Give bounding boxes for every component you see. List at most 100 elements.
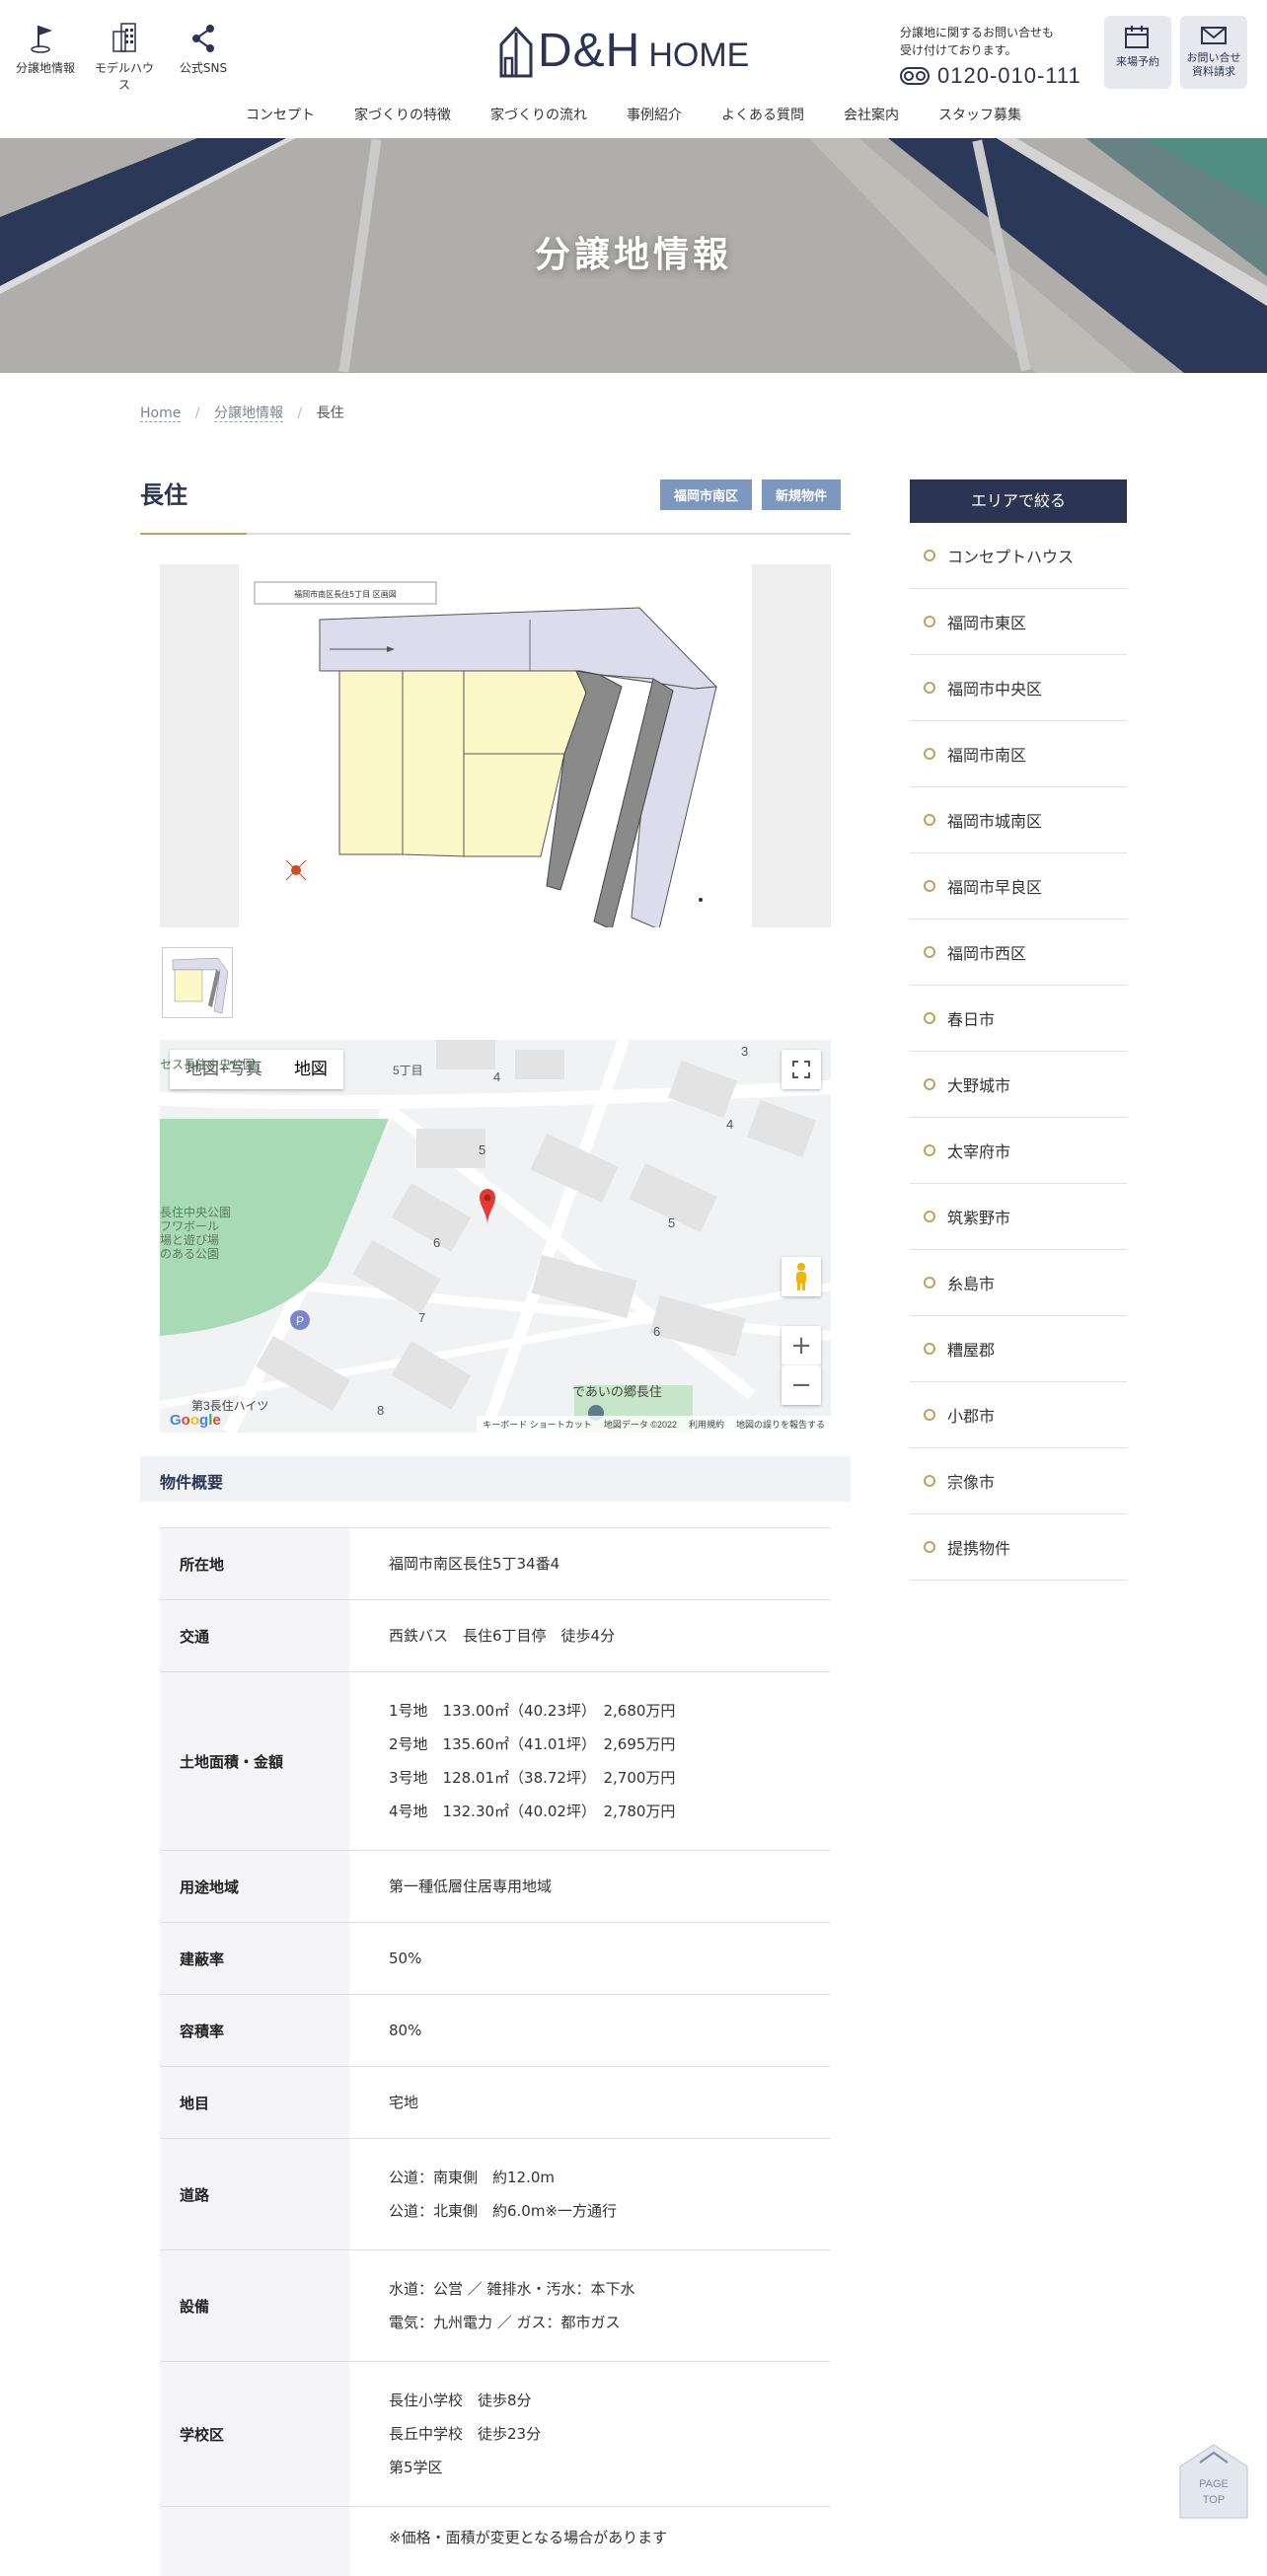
spec-line: 第一種低層住居専用地域 (389, 1870, 831, 1903)
bullet-icon (924, 616, 935, 627)
zoom-in-button[interactable]: + (782, 1326, 821, 1365)
header-link-sns[interactable]: 公式SNS (174, 22, 233, 93)
building-icon (108, 22, 141, 55)
plan-thumbnail[interactable] (162, 947, 233, 1018)
map-type-map[interactable]: 地図 (278, 1050, 343, 1089)
spec-value: 80% (349, 1995, 831, 2067)
nav-item-recruit[interactable]: スタッフ募集 (919, 105, 1041, 124)
sidebar-item-ogori[interactable]: 小郡市 (910, 1382, 1127, 1448)
sidebar-item-jonan[interactable]: 福岡市城南区 (910, 787, 1127, 853)
sidebar-item-label: 糸島市 (947, 1271, 995, 1294)
sidebar-item-label: 太宰府市 (947, 1139, 1010, 1162)
sidebar-item-label: 提携物件 (947, 1535, 1010, 1559)
table-row: 容積率 80% (160, 1995, 831, 2067)
spec-value: 公道：南東側 約12.0m 公道：北東側 約6.0m※一方通行 (349, 2139, 831, 2250)
page-top-button[interactable]: PAGE TOP (1178, 2441, 1249, 2520)
breadcrumb: Home / 分譲地情報 / 長住 (140, 403, 344, 422)
nav-item-works[interactable]: 事例紹介 (607, 105, 702, 124)
nav-item-company[interactable]: 会社案内 (824, 105, 919, 124)
tag-new[interactable]: 新規物件 (762, 479, 841, 510)
nav-item-faq[interactable]: よくある質問 (702, 105, 824, 124)
spec-line: 50% (389, 1942, 831, 1975)
map-label-park-line: フワボール (160, 1219, 219, 1233)
spec-line: 3号地 128.01㎡（38.72坪） 2,700万円 (389, 1761, 831, 1795)
breadcrumb-separator: / (195, 405, 200, 421)
nav-item-features[interactable]: 家づくりの特徴 (335, 105, 471, 124)
spec-line: 4号地 132.30㎡（40.02坪） 2,780万円 (389, 1795, 831, 1828)
street-view-button[interactable] (782, 1257, 821, 1296)
table-row: 学校区 長住小学校 徒歩8分 長丘中学校 徒歩23分 第5学区 (160, 2362, 831, 2507)
map-label-deaino: であいの郷長住 (572, 1385, 662, 1399)
spec-value: 1号地 133.00㎡（40.23坪） 2,680万円 2号地 135.60㎡（… (349, 1672, 831, 1851)
header-icon-links: 分譲地情報 モデルハウス 公式SNS (16, 22, 233, 93)
spec-line: 2号地 135.60㎡（41.01坪） 2,695万円 (389, 1728, 831, 1761)
tel-number[interactable]: 0120-010-111 (900, 63, 1081, 89)
map-block-number: 5 (479, 1142, 485, 1157)
request-label-2: 資料請求 (1192, 65, 1235, 78)
plan-thumbnail-image (163, 948, 232, 1017)
sidebar-item-munakata[interactable]: 宗像市 (910, 1448, 1127, 1514)
spec-label: 建蔽率 (160, 1923, 349, 1995)
sidebar-item-nishi[interactable]: 福岡市西区 (910, 920, 1127, 986)
header-link-lots[interactable]: 分譲地情報 (16, 22, 75, 93)
site-logo[interactable]: D&H HOME (498, 24, 749, 78)
sidebar-item-higashi[interactable]: 福岡市東区 (910, 589, 1127, 655)
site-header: 分譲地情報 モデルハウス 公式SNS D&H HOM (0, 0, 1267, 139)
sidebar-item-partner[interactable]: 提携物件 (910, 1514, 1127, 1581)
map-block-number: 4 (493, 1069, 500, 1084)
pegman-icon (793, 1262, 809, 1291)
property-title-row: 長住 福岡市南区 新規物件 (140, 466, 851, 535)
spec-label: 容積率 (160, 1995, 349, 2067)
map-label-park: セス長住中央公園 (160, 1058, 255, 1071)
fullscreen-button[interactable] (782, 1050, 821, 1089)
table-row: 用途地域 第一種低層住居専用地域 (160, 1851, 831, 1923)
sidebar-item-dazaifu[interactable]: 太宰府市 (910, 1118, 1127, 1184)
spec-label: 設備 (160, 2250, 349, 2362)
map-report-link[interactable]: 地図の誤りを報告する (736, 1418, 825, 1431)
map-terms-link[interactable]: 利用規約 (689, 1418, 724, 1431)
header-link-modelhouse[interactable]: モデルハウス (95, 22, 154, 93)
breadcrumb-home-link[interactable]: Home (140, 405, 181, 422)
google-logo: Google (170, 1412, 221, 1429)
spec-value: 50% (349, 1923, 831, 1995)
sidebar-item-concept-house[interactable]: コンセプトハウス (910, 523, 1127, 589)
sidebar-item-minami[interactable]: 福岡市南区 (910, 721, 1127, 787)
spec-label (160, 2507, 349, 2576)
breadcrumb-parent-link[interactable]: 分譲地情報 (214, 405, 283, 422)
sidebar-item-label: 福岡市東区 (947, 610, 1026, 633)
spec-line: 公道：南東側 約12.0m (389, 2161, 831, 2194)
map-block-number: 3 (741, 1044, 748, 1059)
sidebar-item-kasuya[interactable]: 糟屋郡 (910, 1316, 1127, 1382)
sidebar-item-sawara[interactable]: 福岡市早良区 (910, 853, 1127, 920)
reserve-button[interactable]: 来場予約 (1104, 16, 1171, 89)
sidebar-item-label: 春日市 (947, 1006, 995, 1030)
spec-label: 所在地 (160, 1528, 349, 1600)
spec-value: 宅地 (349, 2067, 831, 2139)
tag-area[interactable]: 福岡市南区 (660, 479, 752, 510)
nav-item-concept[interactable]: コンセプト (226, 105, 335, 124)
zoom-out-button[interactable]: − (782, 1365, 821, 1405)
sidebar-item-itoshima[interactable]: 糸島市 (910, 1250, 1127, 1316)
sidebar-item-label: 福岡市中央区 (947, 676, 1042, 699)
spec-line: 西鉄バス 長住6丁目停 徒歩4分 (389, 1619, 831, 1653)
request-button[interactable]: お問い合せ 資料請求 (1180, 16, 1247, 89)
bullet-icon (924, 1012, 935, 1024)
plan-image-gallery[interactable]: 福岡市南区長住5丁目 区画図 (160, 564, 831, 927)
logo-main-text: D&H (538, 24, 640, 78)
sidebar-item-label: 筑紫野市 (947, 1205, 1010, 1228)
request-label-1: お問い合せ (1187, 51, 1241, 64)
map-label-heights: 第3長住ハイツ (191, 1399, 268, 1413)
sidebar-item-chuo[interactable]: 福岡市中央区 (910, 655, 1127, 721)
table-row: 土地面積・金額 1号地 133.00㎡（40.23坪） 2,680万円 2号地 … (160, 1672, 831, 1851)
sidebar-item-kasuga[interactable]: 春日市 (910, 986, 1127, 1052)
breadcrumb-separator: / (297, 405, 302, 421)
spec-value: ※価格・面積が変更となる場合があります (349, 2507, 831, 2576)
property-tags: 福岡市南区 新規物件 (660, 479, 841, 510)
sidebar-item-label: 福岡市城南区 (947, 808, 1042, 832)
google-map[interactable]: P 地図+写真 地図 + − 4 3 4 5 5 6 6 7 8 (160, 1040, 831, 1433)
sidebar-item-onojo[interactable]: 大野城市 (910, 1052, 1127, 1118)
map-block-number: 4 (726, 1117, 733, 1132)
nav-item-flow[interactable]: 家づくりの流れ (471, 105, 607, 124)
map-shortcuts-link[interactable]: キーボード ショートカット (483, 1418, 592, 1431)
sidebar-item-chikushino[interactable]: 筑紫野市 (910, 1184, 1127, 1250)
